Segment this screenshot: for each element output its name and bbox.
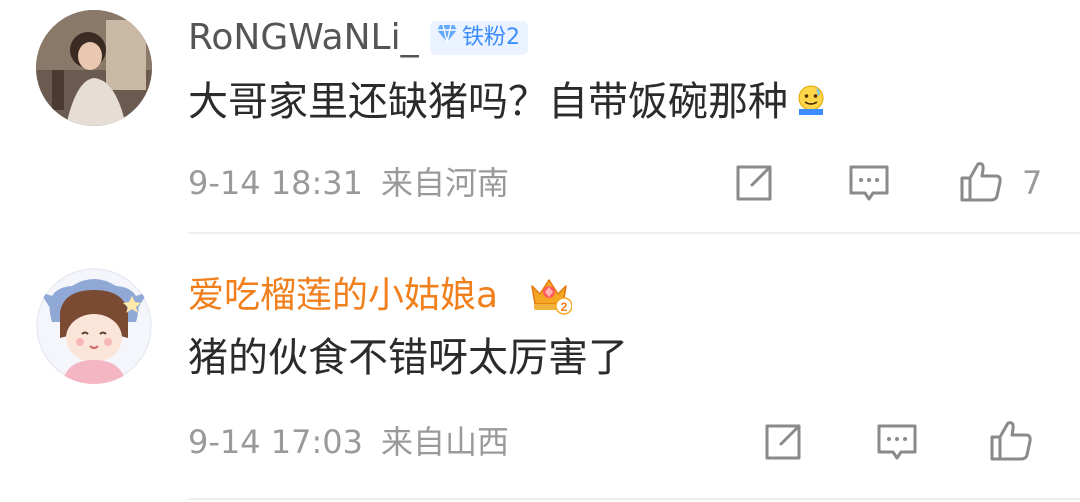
reply-button[interactable] [846, 160, 892, 206]
avatar[interactable] [36, 10, 152, 126]
cold-sweat-smile-emoji-icon [794, 78, 828, 130]
thumbs-up-icon [990, 421, 1032, 461]
comment-item: RoNGWaNLi_ 铁粉2 大哥家里还缺猪吗？自带饭碗那种 9-14 18:3… [0, 0, 1080, 232]
comment-item: 爱吃榴莲的小姑娘a 2 猪的伙食不错呀太厉害了 9-14 17:03 来自山西 [0, 234, 1080, 502]
share-button[interactable] [731, 160, 777, 206]
thumbs-up-icon [960, 162, 1002, 202]
diamond-icon [436, 21, 458, 55]
avatar[interactable] [36, 268, 152, 384]
username[interactable]: 爱吃榴莲的小姑娘a [188, 274, 498, 318]
comment-date: 9-14 17:03 [188, 423, 364, 461]
share-square-icon [765, 424, 801, 460]
comment-location: 来自山西 [381, 423, 510, 461]
like-count: 7 [1022, 164, 1043, 202]
svg-text:2: 2 [561, 300, 568, 314]
divider [188, 498, 1080, 500]
comment-meta: 9-14 18:31 来自河南 [188, 163, 509, 203]
comment-text-body: 大哥家里还缺猪吗？自带饭碗那种 [188, 79, 788, 125]
like-button[interactable] [988, 417, 1034, 463]
crown-level-2-icon[interactable]: 2 [526, 270, 573, 320]
share-square-icon [736, 165, 772, 201]
fan-level-badge[interactable]: 铁粉2 [430, 21, 528, 55]
comment-date: 9-14 18:31 [188, 164, 364, 202]
share-button[interactable] [760, 419, 806, 465]
like-button[interactable] [958, 158, 1004, 204]
comment-bubble-icon [849, 165, 889, 201]
reply-button[interactable] [874, 419, 920, 465]
badge-label: 铁粉2 [462, 25, 520, 50]
comment-bubble-icon [877, 424, 917, 460]
username[interactable]: RoNGWaNLi_ [188, 16, 419, 60]
comment-text: 大哥家里还缺猪吗？自带饭碗那种 [188, 76, 828, 130]
comment-meta: 9-14 17:03 来自山西 [188, 422, 509, 462]
comment-text: 猪的伙食不错呀太厉害了 [188, 335, 628, 381]
comment-location: 来自河南 [381, 164, 510, 202]
